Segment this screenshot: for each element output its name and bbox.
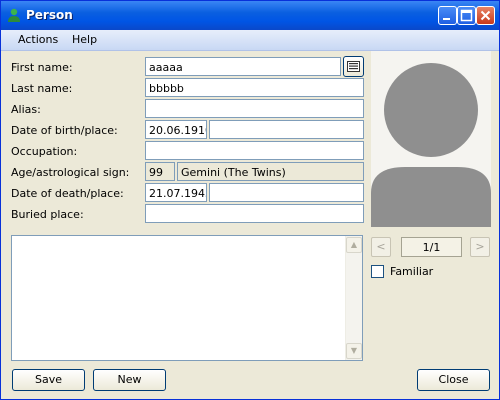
chevron-left-icon: < — [376, 240, 386, 253]
birth-place-input[interactable] — [209, 120, 364, 139]
photo-frame[interactable] — [371, 51, 491, 227]
buried-input[interactable] — [145, 204, 364, 223]
close-window-button[interactable] — [476, 6, 495, 25]
photo-counter: 1/1 — [401, 237, 462, 257]
save-button[interactable]: Save — [12, 369, 85, 391]
maximize-icon — [460, 9, 473, 22]
notes-textarea[interactable]: ▲ ▼ — [11, 235, 363, 361]
death-date-input[interactable]: 21.07.1943 — [145, 183, 207, 202]
close-icon — [480, 10, 491, 21]
alias-input[interactable] — [145, 99, 364, 118]
birth-label: Date of birth/place: — [11, 124, 118, 137]
window-title: Person — [26, 8, 73, 22]
age-display: 99 — [145, 162, 175, 181]
first-name-label: First name: — [11, 61, 73, 74]
menu-actions[interactable]: Actions — [18, 33, 58, 46]
minimize-icon — [443, 18, 450, 20]
buried-label: Buried place: — [11, 208, 84, 221]
list-icon — [347, 61, 360, 72]
occupation-label: Occupation: — [11, 145, 78, 158]
last-name-input[interactable]: bbbbb — [145, 78, 364, 97]
person-icon — [8, 8, 20, 22]
person-silhouette-image — [371, 63, 491, 227]
next-photo-button[interactable]: > — [470, 237, 490, 257]
sign-display: Gemini (The Twins) — [177, 162, 364, 181]
lookup-button[interactable] — [343, 56, 364, 77]
menu-help[interactable]: Help — [72, 33, 97, 46]
minimize-button[interactable] — [438, 6, 457, 25]
menu-bar: Actions Help — [1, 30, 499, 51]
title-bar[interactable]: Person — [1, 1, 499, 30]
form-area: First name: aaaaa Last name: bbbbb Alias… — [1, 51, 499, 399]
maximize-button[interactable] — [457, 6, 476, 25]
close-button[interactable]: Close — [417, 369, 490, 391]
last-name-label: Last name: — [11, 82, 73, 95]
person-window: Person Actions Help First name: aaaaa La… — [0, 0, 500, 400]
death-label: Date of death/place: — [11, 187, 124, 200]
familiar-checkbox[interactable] — [371, 265, 384, 278]
birth-date-input[interactable]: 20.06.1910 — [145, 120, 207, 139]
age-sign-label: Age/astrological sign: — [11, 166, 130, 179]
previous-photo-button[interactable]: < — [371, 237, 391, 257]
scroll-down-button[interactable]: ▼ — [346, 343, 362, 359]
scroll-up-icon: ▲ — [350, 240, 358, 249]
scroll-down-icon: ▼ — [350, 346, 358, 355]
notes-scrollbar[interactable]: ▲ ▼ — [345, 236, 362, 360]
familiar-label: Familiar — [390, 265, 434, 278]
first-name-input[interactable]: aaaaa — [145, 57, 341, 76]
new-button[interactable]: New — [93, 369, 166, 391]
death-place-input[interactable] — [209, 183, 364, 202]
alias-label: Alias: — [11, 103, 41, 116]
occupation-input[interactable] — [145, 141, 364, 160]
scroll-up-button[interactable]: ▲ — [346, 237, 362, 253]
chevron-right-icon: > — [475, 240, 485, 253]
